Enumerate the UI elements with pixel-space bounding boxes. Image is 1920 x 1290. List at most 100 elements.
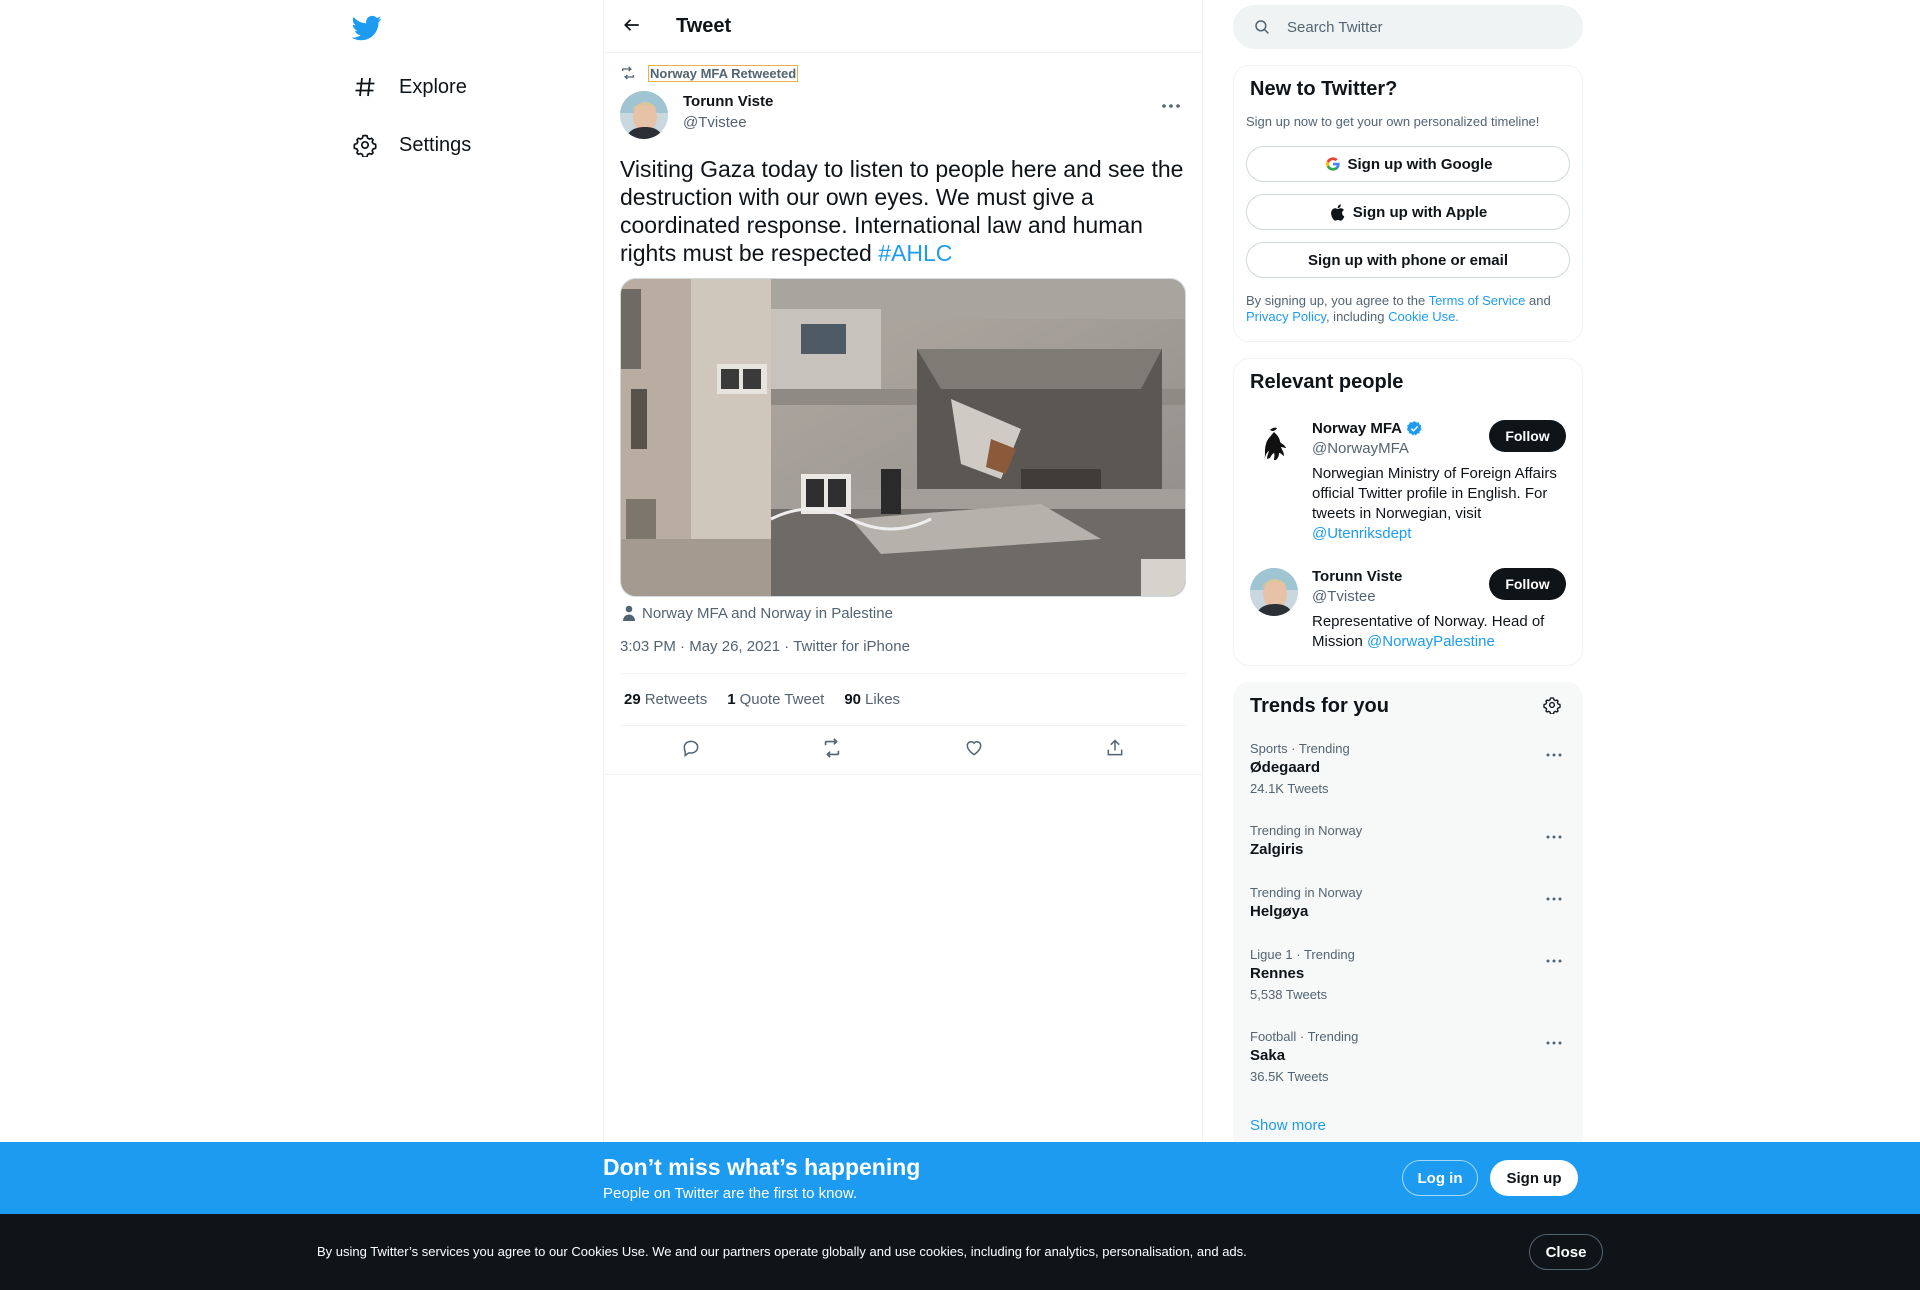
signup-phone-label: Sign up with phone or email (1307, 251, 1508, 269)
author-name[interactable]: Torunn Viste (683, 93, 773, 110)
tagged-users[interactable]: Norway MFA and Norway in Palestine (620, 601, 893, 625)
show-more-link[interactable]: Show more (1250, 1117, 1326, 1134)
more-options-button[interactable] (1156, 93, 1186, 117)
more-icon (1546, 950, 1562, 968)
hashtag-link[interactable]: #AHLC (878, 240, 952, 266)
quotes-label: Quote Tweet (739, 691, 825, 708)
trend-context: Trending in Norway (1250, 885, 1363, 900)
tweet-source[interactable]: Twitter for iPhone (793, 638, 910, 655)
trend-item[interactable]: Trending in Norway Zalgiris (1234, 823, 1582, 867)
card-title: Relevant people (1250, 371, 1404, 393)
tweet-photo[interactable] (620, 278, 1186, 597)
reply-button[interactable] (674, 733, 708, 767)
search-icon (1253, 17, 1273, 37)
person-icon (620, 604, 638, 622)
verified-badge-icon (1406, 420, 1423, 437)
card-title: New to Twitter? (1250, 78, 1398, 100)
trend-count: 36.5K Tweets (1250, 1069, 1329, 1084)
more-icon (1161, 96, 1181, 114)
google-icon (1324, 155, 1342, 173)
legal-including: , including (1325, 309, 1389, 324)
bio-mention-link[interactable]: @NorwayPalestine (1367, 633, 1495, 650)
trend-context: Sports · Trending (1250, 741, 1350, 756)
retweets-stat[interactable]: 29 Retweets (624, 691, 707, 708)
signup-phone-email-button[interactable]: Sign up with phone or email (1246, 242, 1570, 278)
relevant-people-card: Relevant people Norway MFA @NorwayMFA Fo… (1233, 358, 1583, 666)
trend-context: Football · Trending (1250, 1029, 1359, 1044)
trend-more-button[interactable] (1542, 741, 1566, 765)
trends-card: Trends for you Sports · Trending Ødegaar… (1233, 682, 1583, 1152)
signup-apple-button[interactable]: Sign up with Apple (1246, 194, 1570, 230)
nav-settings[interactable]: Settings (352, 125, 471, 165)
trend-more-button[interactable] (1542, 823, 1566, 847)
trend-context: Trending in Norway (1250, 823, 1363, 838)
search-input[interactable] (1287, 18, 1567, 36)
share-button[interactable] (1098, 733, 1132, 767)
separator: · (675, 638, 690, 655)
trend-name: Zalgiris (1250, 841, 1304, 858)
new-to-twitter-card: New to Twitter? Sign up now to get your … (1233, 65, 1583, 342)
quotes-count: 1 (727, 691, 736, 708)
signup-legal-text: By signing up, you agree to the Terms of… (1246, 293, 1576, 325)
more-icon (1546, 1032, 1562, 1050)
tweet-time[interactable]: 3:03 PM (620, 638, 676, 655)
avatar[interactable] (1250, 568, 1298, 616)
card-title: Trends for you (1250, 695, 1389, 717)
hashtag-icon (352, 74, 378, 100)
back-button[interactable] (618, 13, 646, 41)
more-icon (1546, 744, 1562, 762)
privacy-policy-link[interactable]: Privacy Policy (1246, 309, 1326, 324)
avatar[interactable] (1250, 420, 1298, 468)
trend-name: Saka (1250, 1047, 1286, 1064)
cookie-use-link[interactable]: Cookie Use. (1388, 309, 1459, 324)
trend-name: Ødegaard (1250, 759, 1321, 776)
follow-button[interactable]: Follow (1489, 568, 1566, 600)
person-handle[interactable]: @NorwayMFA (1312, 440, 1409, 457)
bio-mention-link[interactable]: @Utenriksdept (1312, 525, 1411, 542)
retweet-icon (620, 64, 638, 82)
avatar[interactable] (620, 91, 668, 139)
close-button[interactable]: Close (1529, 1234, 1603, 1270)
retweets-count: 29 (624, 691, 641, 708)
trends-settings-button[interactable] (1540, 695, 1564, 719)
signup-apple-label: Sign up with Apple (1352, 203, 1488, 221)
follow-button[interactable]: Follow (1489, 420, 1566, 452)
trend-item[interactable]: Football · Trending Saka 36.5K Tweets (1234, 1029, 1582, 1091)
signup-google-button[interactable]: Sign up with Google (1246, 146, 1570, 182)
retweet-button[interactable] (815, 733, 849, 767)
person-name[interactable]: Norway MFA (1312, 420, 1423, 437)
share-icon (1105, 738, 1125, 763)
trend-more-button[interactable] (1542, 947, 1566, 971)
trend-item[interactable]: Sports · Trending Ødegaard 24.1K Tweets (1234, 741, 1582, 803)
quote-tweets-stat[interactable]: 1 Quote Tweet (727, 691, 824, 708)
terms-of-service-link[interactable]: Terms of Service (1429, 293, 1526, 308)
search-box[interactable] (1233, 5, 1583, 49)
apple-icon (1329, 203, 1347, 221)
tweet-date[interactable]: May 26, 2021 (689, 638, 780, 655)
trend-name: Rennes (1250, 965, 1305, 982)
cookie-consent-bar: By using Twitter’s services you agree to… (0, 1214, 1920, 1290)
person-name[interactable]: Torunn Viste (1312, 568, 1402, 585)
trend-more-button[interactable] (1542, 1029, 1566, 1053)
login-button[interactable]: Log in (1402, 1160, 1478, 1196)
retweets-label: Retweets (644, 691, 708, 708)
author-handle[interactable]: @Tvistee (683, 114, 747, 131)
more-icon (1546, 888, 1562, 906)
twitter-bird-icon[interactable] (351, 13, 382, 43)
trend-more-button[interactable] (1542, 885, 1566, 909)
nav-explore[interactable]: Explore (352, 67, 467, 107)
like-button[interactable] (957, 733, 991, 767)
likes-stat[interactable]: 90 Likes (844, 691, 900, 708)
signup-button[interactable]: Sign up (1490, 1160, 1578, 1196)
tagged-users-label: Norway MFA and Norway in Palestine (642, 604, 893, 622)
person-handle[interactable]: @Tvistee (1312, 588, 1376, 605)
person-name-label: Torunn Viste (1312, 568, 1403, 585)
arrow-left-icon (623, 16, 641, 39)
retweet-icon (821, 737, 843, 764)
retweeted-by-link[interactable]: Norway MFA Retweeted (648, 64, 799, 82)
trend-item[interactable]: Ligue 1 · Trending Rennes 5,538 Tweets (1234, 947, 1582, 1009)
trend-item[interactable]: Trending in Norway Helgøya (1234, 885, 1582, 929)
tweet-metadata: 3:03 PM · May 26, 2021 · Twitter for iPh… (620, 638, 910, 655)
tweet-stats: 29 Retweets 1 Quote Tweet 90 Likes (620, 673, 1186, 726)
person-bio: Norwegian Ministry of Foreign Affairs of… (1312, 464, 1568, 544)
